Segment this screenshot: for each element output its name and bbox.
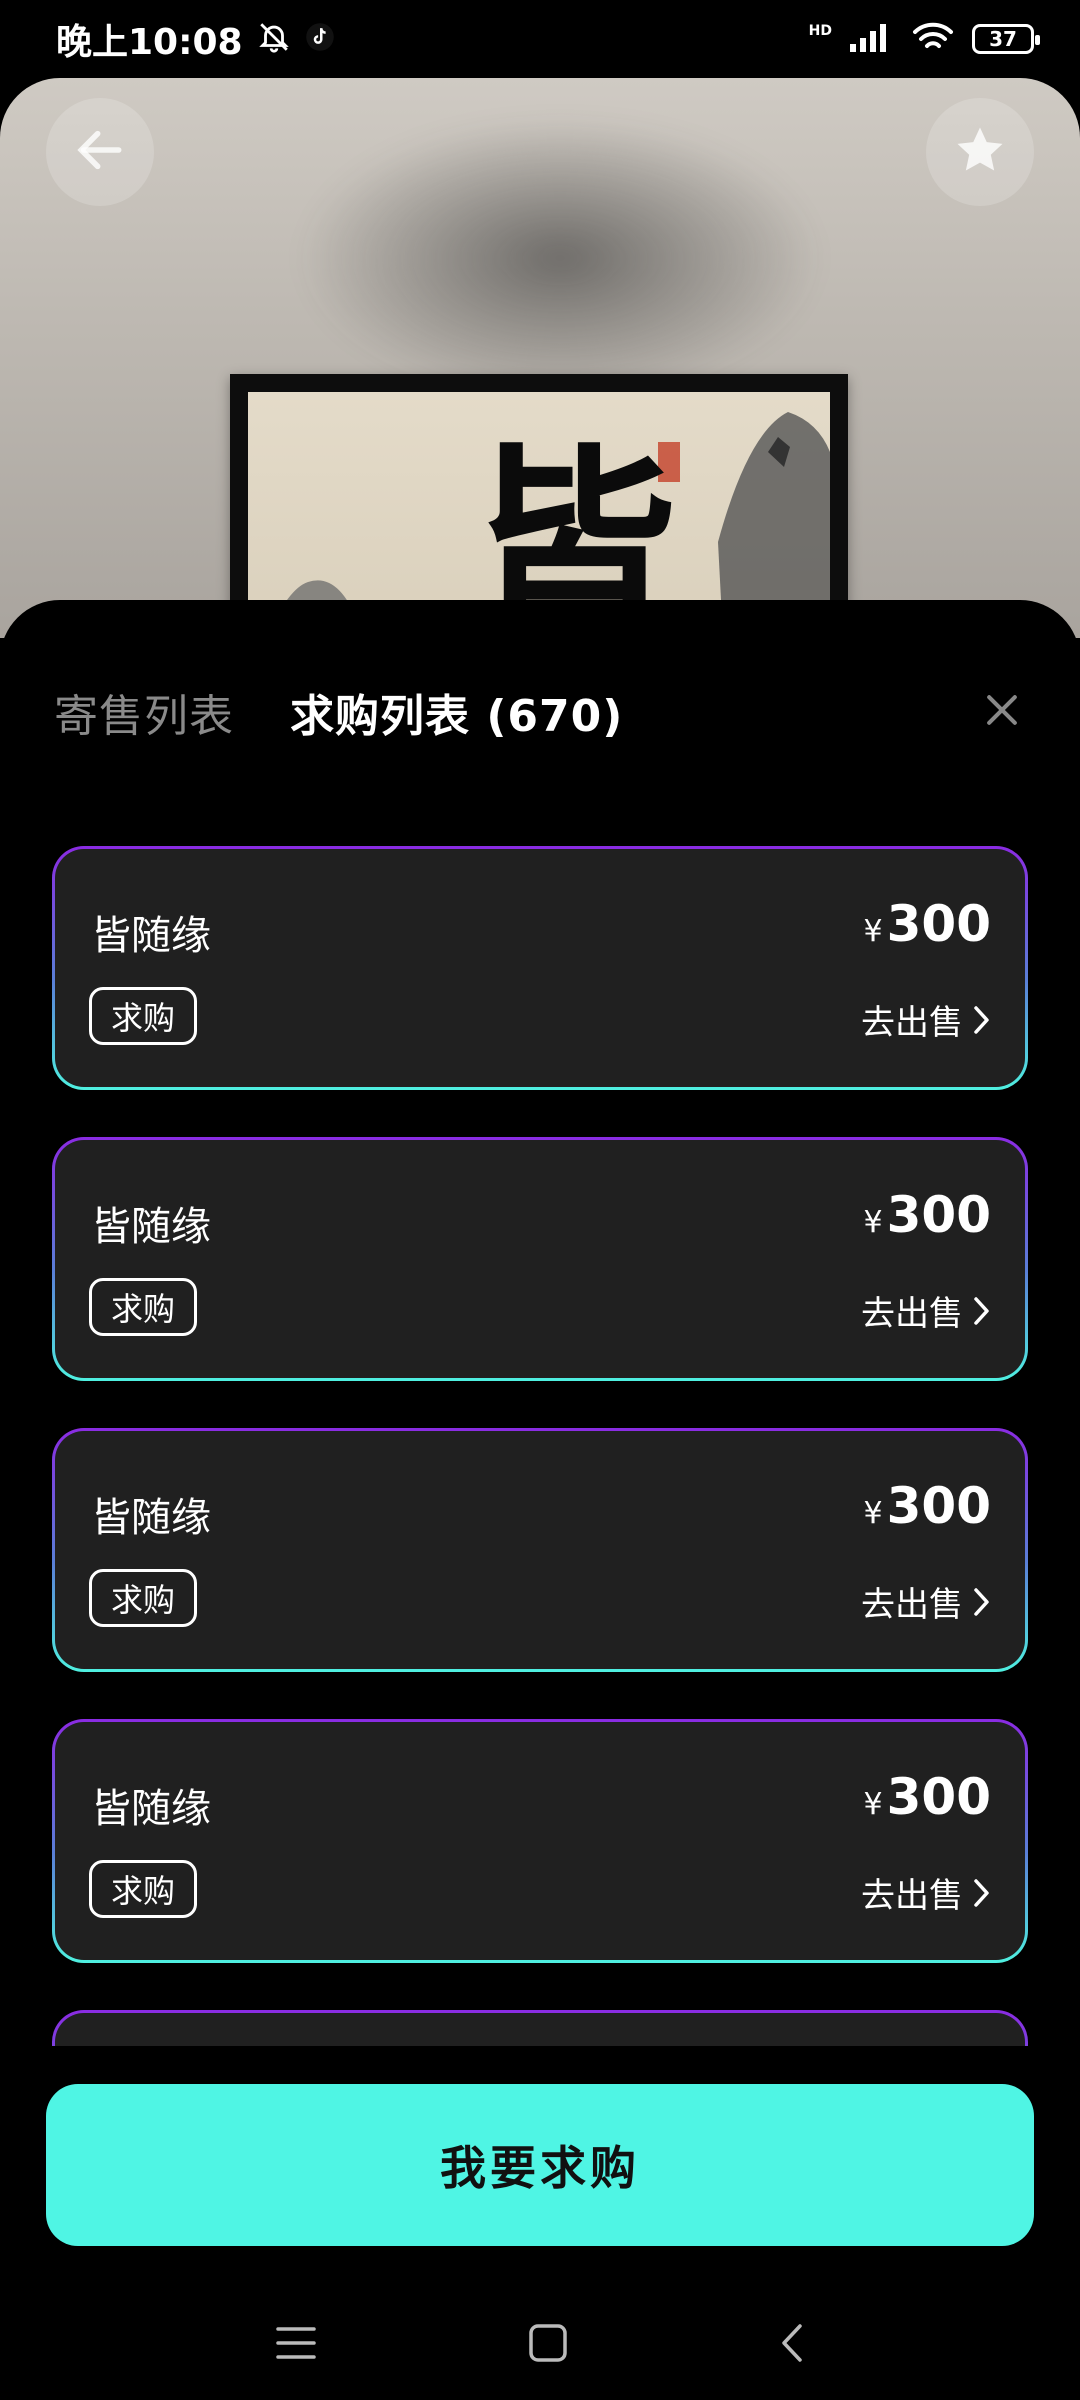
item-price: ¥300 xyxy=(864,895,991,953)
item-title: 皆随缘 xyxy=(91,1204,211,1250)
go-sell-button[interactable]: 去出售 xyxy=(861,1868,991,1917)
item-price: ¥300 xyxy=(864,1186,991,1244)
currency-symbol: ¥ xyxy=(863,1787,883,1822)
go-sell-button[interactable]: 去出售 xyxy=(861,1577,991,1626)
artwork-frame: 皆 xyxy=(230,374,848,638)
list-item[interactable]: 皆随缘 求购 ¥300 去出售 xyxy=(52,846,1028,1090)
go-sell-label: 去出售 xyxy=(861,1003,963,1043)
chevron-right-icon xyxy=(974,1878,989,1907)
go-sell-label: 去出售 xyxy=(861,1294,963,1334)
go-sell-label: 去出售 xyxy=(861,1585,963,1625)
price-value: 300 xyxy=(886,895,991,953)
place-buy-order-button[interactable]: 我要求购 xyxy=(46,2084,1034,2246)
chevron-right-icon xyxy=(974,1296,989,1325)
item-title: 皆随缘 xyxy=(91,1495,211,1541)
system-nav-bar xyxy=(0,2290,1080,2400)
wifi-icon xyxy=(912,21,954,57)
item-price: ¥300 xyxy=(864,1768,991,1826)
list-item[interactable]: 皆随缘 求购 ¥300 去出售 xyxy=(52,1137,1028,1381)
list-item[interactable]: 皆随缘 求购 ¥300 去出售 xyxy=(52,1428,1028,1672)
status-time: 晚上10:08 xyxy=(56,22,243,63)
status-left: 晚上10:08 xyxy=(56,13,335,65)
close-button[interactable] xyxy=(980,688,1024,732)
go-sell-button[interactable]: 去出售 xyxy=(861,995,991,1044)
list-item[interactable]: 皆随缘 求购 ¥300 去出售 xyxy=(52,1719,1028,1963)
price-value: 300 xyxy=(886,1186,991,1244)
tab-consignment-list[interactable]: 寄售列表 xyxy=(54,680,234,744)
currency-symbol: ¥ xyxy=(863,1496,883,1531)
buy-order-badge: 求购 xyxy=(89,1278,197,1336)
item-title: 皆随缘 xyxy=(91,1786,211,1832)
item-title: 皆随缘 xyxy=(91,913,211,959)
buy-order-badge: 求购 xyxy=(89,987,197,1045)
price-value: 300 xyxy=(886,1477,991,1535)
go-sell-label: 去出售 xyxy=(861,1876,963,1916)
favorite-star-icon xyxy=(953,123,1007,181)
signal-icon xyxy=(850,22,894,56)
home-icon[interactable] xyxy=(529,2324,567,2366)
tiktok-icon xyxy=(305,22,335,56)
status-right: HD 37 xyxy=(808,21,1040,57)
sheet-tabs: 寄售列表 求购列表 (670) xyxy=(54,680,623,744)
back-button[interactable] xyxy=(46,98,154,206)
status-bar: 晚上10:08 HD 37 xyxy=(0,0,1080,78)
buy-order-badge: 求购 xyxy=(89,1860,197,1918)
network-type-label: HD xyxy=(808,23,832,39)
chevron-right-icon xyxy=(974,1005,989,1034)
chevron-right-icon xyxy=(974,1587,989,1616)
item-price: ¥300 xyxy=(864,1477,991,1535)
back-icon[interactable] xyxy=(780,2323,804,2367)
currency-symbol: ¥ xyxy=(863,1205,883,1240)
buy-order-badge: 求购 xyxy=(89,1569,197,1627)
tab-buy-order-list[interactable]: 求购列表 (670) xyxy=(290,680,623,744)
list-item[interactable] xyxy=(52,2010,1028,2046)
buy-order-list[interactable]: 皆随缘 求购 ¥300 去出售 皆随缘 求购 ¥300 去出售 皆随缘 求购 ¥… xyxy=(52,846,1028,2046)
hero-blur xyxy=(300,118,820,398)
menu-icon[interactable] xyxy=(276,2325,317,2365)
close-icon xyxy=(980,695,1024,736)
product-hero: 皆 xyxy=(0,78,1080,638)
go-sell-button[interactable]: 去出售 xyxy=(861,1286,991,1335)
currency-symbol: ¥ xyxy=(863,914,883,949)
back-arrow-icon xyxy=(72,122,128,182)
favorite-button[interactable] xyxy=(926,98,1034,206)
battery-indicator: 37 xyxy=(972,24,1040,54)
bell-muted-icon xyxy=(257,20,291,58)
price-value: 300 xyxy=(886,1768,991,1826)
